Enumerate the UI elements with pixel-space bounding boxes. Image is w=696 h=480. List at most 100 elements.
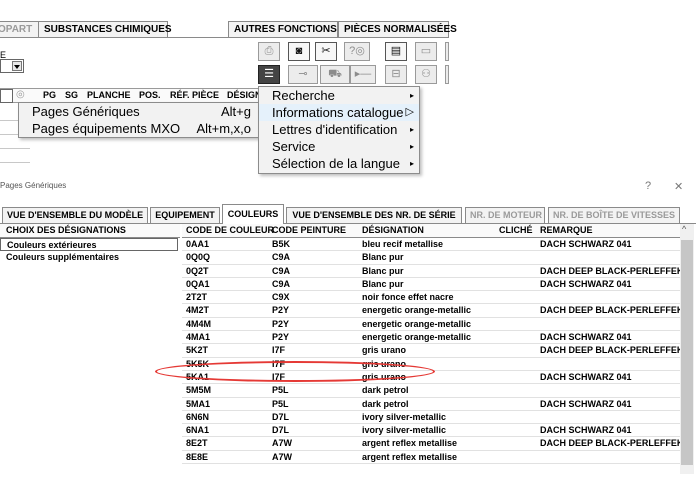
people-icon: ⚇	[421, 68, 431, 80]
row-selector-box[interactable]	[0, 89, 13, 103]
cell-code-peinture: P5L	[272, 398, 289, 409]
table-row[interactable]: 4M4M P2Y energetic orange-metallic	[182, 318, 680, 332]
tab-equipement[interactable]: EQUIPEMENT	[150, 207, 220, 223]
tools-button[interactable]: ✂	[315, 42, 337, 61]
table-row[interactable]: 0QA1 C9A Blanc pur DACH SCHWARZ 041	[182, 278, 680, 292]
selector-combo[interactable]	[0, 59, 24, 73]
column-designation[interactable]: DÉSIGN	[227, 90, 262, 100]
toolbar-overflow-button-2[interactable]	[445, 65, 449, 84]
menu-item-recherche[interactable]: Recherche ▸	[259, 87, 419, 104]
close-icon[interactable]: ✕	[674, 180, 683, 193]
cell-code-peinture: B5K	[272, 239, 291, 249]
tab-nr-moteur[interactable]: NR. DE MOTEUR	[465, 207, 545, 223]
computer-button[interactable]: ▭	[415, 42, 437, 61]
tab-opart[interactable]: OPART	[0, 21, 39, 38]
column-code-peinture[interactable]: CODE PEINTURE	[272, 225, 346, 235]
grid-scrollbar[interactable]: ^	[680, 224, 694, 474]
table-row[interactable]: 0AA1 B5K bleu recif metallise DACH SCHWARZ …	[182, 238, 680, 252]
people-button[interactable]: ⚇	[415, 65, 437, 84]
table-row[interactable]: 4MA1 P2Y energetic orange-metallic DACH SCH…	[182, 331, 680, 345]
table-row[interactable]: 8E2T A7W argent reflex metallise DACH DEEP …	[182, 437, 680, 451]
key-icon: ⊸	[298, 68, 308, 80]
column-pos[interactable]: POS.	[139, 90, 161, 100]
dealer-button[interactable]: ◙	[288, 42, 310, 61]
scrollbar-thumb[interactable]	[681, 240, 693, 465]
tab-couleurs[interactable]: COULEURS	[222, 204, 284, 224]
choices-header: CHOIX DES DÉSIGNATIONS	[0, 224, 180, 238]
column-designation[interactable]: DÉSIGNATION	[362, 225, 424, 235]
table-row[interactable]: 6NA1 D7L ivory silver-metallic DACH SCHWARZ…	[182, 424, 680, 438]
cell-designation: gris urano	[362, 345, 407, 356]
cell-code-peinture: P2Y	[272, 305, 290, 316]
column-remarque[interactable]: REMARQUE	[540, 225, 593, 235]
help-icon[interactable]: ?	[645, 180, 651, 192]
table-row[interactable]: 4M2T P2Y energetic orange-metallic DACH DEE…	[182, 304, 680, 318]
menu-list-button[interactable]: ☰	[258, 65, 280, 84]
car-button[interactable]: ⛟	[320, 65, 350, 84]
cell-designation: energetic orange-metallic	[362, 318, 472, 329]
chevron-down-icon[interactable]	[12, 61, 22, 71]
eye-icon[interactable]: ◎	[16, 89, 25, 100]
scroll-up-icon[interactable]: ^	[682, 224, 686, 234]
column-sg[interactable]: SG	[65, 90, 78, 100]
printer-button[interactable]: ⎙	[258, 42, 280, 61]
cell-designation: ivory silver-metallic	[362, 425, 447, 436]
context-menu-main: Recherche ▸ Informations catalogue ▷ Let…	[258, 86, 420, 174]
column-cliche[interactable]: CLICHÉ	[499, 225, 533, 235]
cell-code-couleur: 5M5M	[186, 385, 212, 396]
cell-remarque: DACH SCHWARZ 041	[540, 278, 632, 289]
tab-strip-divider	[0, 37, 449, 38]
cell-designation: ivory silver-metallic	[362, 411, 447, 422]
tab-vue-ensemble-modele[interactable]: VUE D'ENSEMBLE DU MODÈLE	[2, 207, 148, 223]
tab-autres-fonctions[interactable]: AUTRES FONCTIONS ▸	[228, 21, 345, 38]
cell-code-couleur: 4MA1	[186, 332, 211, 343]
menu-item-selection-langue[interactable]: Sélection de la langue ▸	[259, 155, 419, 172]
table-row[interactable]: 5K5K I7F gris urano	[182, 358, 680, 371]
table-row[interactable]: 5MA1 P5L dark petrol DACH SCHWARZ 041	[182, 398, 680, 411]
elsa-button[interactable]: ▤	[385, 42, 407, 61]
tab-substances-chimiques[interactable]: SUBSTANCES CHIMIQUES	[38, 21, 172, 38]
cell-code-couleur: 6NA1	[186, 425, 210, 436]
tab-vue-ensemble-nr-serie[interactable]: VUE D'ENSEMBLE DES NR. DE SÉRIE	[286, 207, 462, 223]
choice-couleurs-supplementaires[interactable]: Couleurs supplémentaires	[0, 251, 180, 264]
tab-pieces-normalisees[interactable]: PIÈCES NORMALISÉES	[338, 21, 457, 38]
table-row[interactable]: 0Q0Q C9A Blanc pur	[182, 251, 680, 265]
column-planche[interactable]: PLANCHE	[87, 90, 131, 100]
menu-item-pages-equipements[interactable]: Pages équipements MXO Alt+m,x,o	[19, 120, 259, 137]
column-ref-piece[interactable]: RÉF. PIÈCE	[170, 90, 219, 100]
toolbar-overflow-button[interactable]	[445, 42, 449, 61]
choice-couleurs-exterieures[interactable]: Couleurs extérieures	[0, 238, 178, 251]
cell-code-couleur: 8E8E	[186, 451, 209, 462]
cell-code-couleur: 6N6N	[186, 411, 210, 422]
submenu-arrow-icon: ▸	[409, 159, 414, 168]
table-row[interactable]: 0Q2T C9A Blanc pur DACH DEEP BLACK-PERLEFFE…	[182, 265, 680, 278]
computer-icon: ▭	[420, 45, 432, 57]
cell-designation: energetic orange-metallic	[362, 332, 472, 343]
menu-item-lettres-identification[interactable]: Lettres d'identification ▸	[259, 121, 419, 138]
tools-icon: ✂	[321, 45, 331, 57]
parts-button[interactable]: ⊟	[385, 65, 407, 84]
context-menu-pages: Pages Génériques Alt+g Pages équipements…	[18, 102, 260, 138]
column-code-couleur[interactable]: CODE DE COULEUR	[186, 225, 274, 235]
menu-item-pages-generiques[interactable]: Pages Génériques Alt+g	[19, 103, 259, 120]
table-row[interactable]: 6N6N D7L ivory silver-metallic	[182, 411, 680, 425]
cell-code-peinture: A7W	[272, 451, 292, 462]
table-row[interactable]: 5M5M P5L dark petrol	[182, 384, 680, 398]
cell-designation: gris urano	[362, 358, 407, 369]
table-row[interactable]: 2T2T C9X noir fonce effet nacre	[182, 291, 680, 305]
table-row[interactable]: 8E8E A7W argent reflex metallise	[182, 451, 680, 465]
cell-code-peinture: D7L	[272, 425, 290, 436]
help-button[interactable]: ?◎	[344, 42, 370, 61]
tab-nr-boite-vitesses[interactable]: NR. DE BOÎTE DE VITESSES	[548, 207, 680, 223]
menu-item-service[interactable]: Service ▸	[259, 138, 419, 155]
key-button[interactable]: ⊸	[288, 65, 318, 84]
menu-item-label: Recherche	[272, 88, 335, 103]
table-row[interactable]: 5KA1 I7F gris urano DACH SCHWARZ 041	[182, 371, 680, 385]
cell-designation: dark petrol	[362, 385, 409, 396]
play-button[interactable]: ▸—	[350, 65, 376, 84]
menu-item-informations-catalogue[interactable]: Informations catalogue ▷	[259, 104, 419, 121]
column-pg[interactable]: PG	[43, 90, 56, 100]
cell-code-peinture: C9X	[272, 292, 290, 303]
cell-code-couleur: 8E2T	[186, 438, 208, 449]
table-row[interactable]: 5K2T I7F gris urano DACH DEEP BLACK-PERLEFF…	[182, 344, 680, 358]
